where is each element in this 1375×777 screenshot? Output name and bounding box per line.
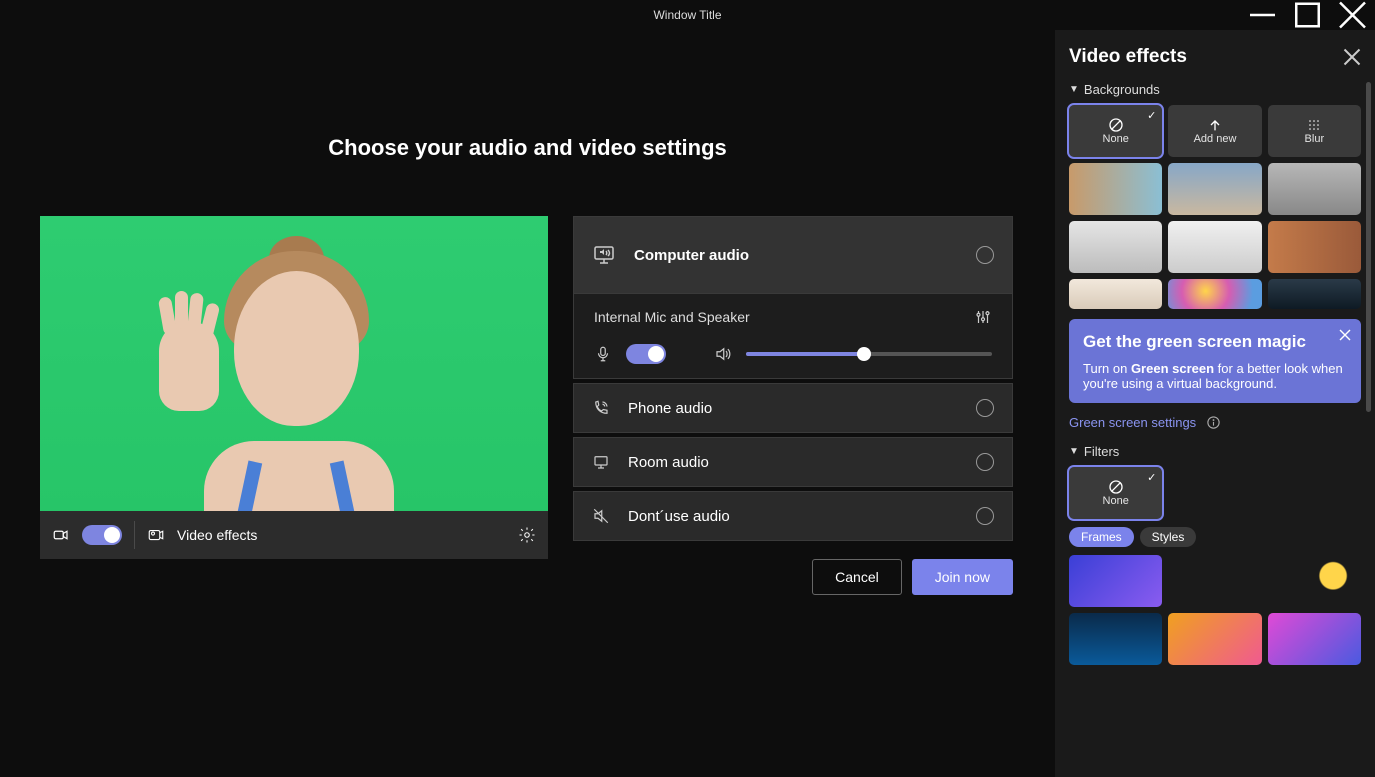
title-bar: Window Title — [0, 0, 1375, 30]
microphone-icon — [594, 345, 612, 363]
audio-option-computer[interactable]: Computer audio — [573, 216, 1013, 294]
cancel-button[interactable]: Cancel — [812, 559, 902, 595]
filters-section-toggle[interactable]: ▼ Filters — [1069, 444, 1361, 459]
audio-option-label: Phone audio — [628, 400, 712, 417]
callout-body: Turn on Green screen for a better look w… — [1083, 361, 1347, 391]
background-tile[interactable] — [1168, 163, 1261, 215]
info-icon[interactable] — [1206, 415, 1221, 430]
video-effects-icon — [147, 526, 165, 544]
background-tile[interactable] — [1069, 221, 1162, 273]
background-tile-blur[interactable]: Blur — [1268, 105, 1361, 157]
callout-close-icon[interactable] — [1339, 329, 1351, 341]
video-preview-person — [164, 221, 424, 511]
caret-down-icon: ▼ — [1069, 84, 1079, 95]
tile-label: None — [1103, 495, 1129, 507]
audio-option-label: Dont´use audio — [628, 508, 730, 525]
filter-tile[interactable] — [1069, 613, 1162, 665]
room-audio-icon — [592, 453, 610, 471]
audio-option-phone[interactable]: Phone audio — [573, 383, 1013, 433]
microphone-toggle[interactable] — [626, 344, 666, 364]
filter-tile[interactable] — [1069, 555, 1162, 607]
background-tile[interactable] — [1069, 163, 1162, 215]
camera-toggle[interactable] — [82, 525, 122, 545]
radio-icon — [976, 399, 994, 417]
audio-option-label: Room audio — [628, 454, 709, 471]
frames-tab[interactable]: Frames — [1069, 527, 1134, 547]
filter-tile[interactable] — [1168, 613, 1261, 665]
phone-audio-icon — [592, 399, 610, 417]
minimize-button[interactable] — [1240, 0, 1285, 30]
none-icon — [1108, 479, 1124, 495]
toolbar-divider — [134, 521, 135, 549]
tile-label: Blur — [1305, 133, 1325, 145]
green-screen-callout: Get the green screen magic Turn on Green… — [1069, 319, 1361, 403]
background-tile[interactable] — [1268, 221, 1361, 273]
filter-tile[interactable] — [1168, 555, 1261, 607]
panel-title: Video effects — [1069, 46, 1187, 68]
computer-audio-icon — [592, 243, 616, 267]
speaker-icon — [714, 345, 732, 363]
tile-label: None — [1103, 133, 1129, 145]
audio-option-none[interactable]: Dont´use audio — [573, 491, 1013, 541]
styles-tab[interactable]: Styles — [1140, 527, 1197, 547]
settings-gear-icon[interactable] — [518, 526, 536, 544]
maximize-button[interactable] — [1285, 0, 1330, 30]
background-tile[interactable] — [1168, 279, 1261, 309]
video-effects-panel: Video effects ▼ Backgrounds ✓ None Add n… — [1055, 30, 1375, 777]
none-icon — [1108, 117, 1124, 133]
audio-device-section: Internal Mic and Speaker — [573, 294, 1013, 379]
blur-icon — [1306, 117, 1322, 133]
audio-option-label: Computer audio — [634, 247, 749, 264]
background-tile[interactable] — [1168, 221, 1261, 273]
filter-tile[interactable] — [1268, 555, 1361, 607]
video-effects-button[interactable]: Video effects — [177, 527, 257, 543]
no-audio-icon — [592, 507, 610, 525]
join-now-button[interactable]: Join now — [912, 559, 1013, 595]
filter-tile-none[interactable]: ✓ None — [1069, 467, 1162, 519]
caret-down-icon: ▼ — [1069, 446, 1079, 457]
checkmark-icon: ✓ — [1147, 109, 1156, 122]
green-screen-settings-link[interactable]: Green screen settings — [1069, 415, 1196, 430]
radio-icon — [976, 507, 994, 525]
add-new-icon — [1207, 117, 1223, 133]
window-title: Window Title — [653, 8, 721, 22]
audio-option-room[interactable]: Room audio — [573, 437, 1013, 487]
background-tile[interactable] — [1268, 279, 1361, 309]
audio-settings-icon[interactable] — [974, 308, 992, 326]
background-tile-add-new[interactable]: Add new — [1168, 105, 1261, 157]
callout-title: Get the green screen magic — [1083, 331, 1347, 353]
panel-close-icon[interactable] — [1343, 48, 1361, 66]
video-preview — [40, 216, 548, 511]
page-heading: Choose your audio and video settings — [40, 135, 1015, 161]
camera-icon — [52, 526, 70, 544]
audio-device-label[interactable]: Internal Mic and Speaker — [594, 309, 750, 325]
radio-icon — [976, 453, 994, 471]
close-button[interactable] — [1330, 0, 1375, 30]
backgrounds-section-toggle[interactable]: ▼ Backgrounds — [1069, 82, 1361, 97]
radio-icon — [976, 246, 994, 264]
filter-tile[interactable] — [1268, 613, 1361, 665]
tile-label: Add new — [1194, 133, 1237, 145]
background-tile-none[interactable]: ✓ None — [1069, 105, 1162, 157]
background-tile[interactable] — [1069, 279, 1162, 309]
volume-slider[interactable] — [746, 352, 992, 356]
checkmark-icon: ✓ — [1147, 471, 1156, 484]
background-tile[interactable] — [1268, 163, 1361, 215]
